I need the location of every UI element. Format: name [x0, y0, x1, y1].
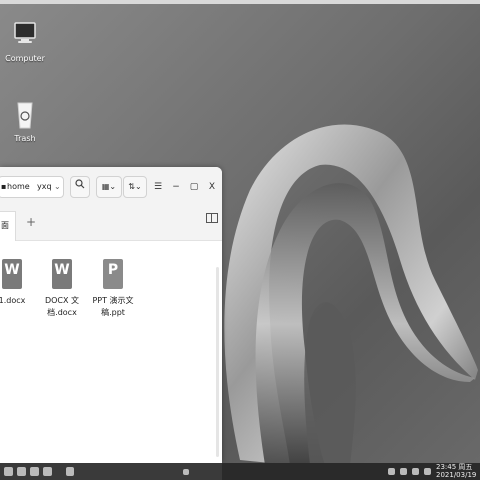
file-item[interactable]: W DOCX 文档.docx [36, 259, 88, 319]
minimize-button[interactable]: − [168, 176, 184, 198]
menu-button[interactable]: ☰ [150, 176, 166, 198]
wallpaper-ribbon [224, 124, 478, 465]
breadcrumb-user[interactable]: yxq [37, 182, 52, 191]
ppt-file-icon: P [103, 259, 123, 289]
view-mode-button[interactable]: ▦⌄ [96, 176, 122, 198]
tab-desktop[interactable]: 面 [0, 211, 16, 241]
desktop-icon-computer[interactable]: Computer [0, 20, 55, 63]
close-button[interactable]: X [204, 176, 220, 198]
browser-taskbar-icon[interactable] [43, 467, 52, 476]
maximize-button[interactable]: ▢ [186, 176, 202, 198]
file-name: DOCX 文档.docx [44, 296, 80, 317]
file-name: 1.docx [0, 296, 26, 305]
clock-date: 2021/03/19 [436, 471, 477, 479]
taskbar: 23:45 周五 2021/03/19 [0, 463, 480, 480]
clock-time: 23:45 周五 [436, 463, 473, 471]
chevron-down-icon: ⌄ [135, 182, 142, 191]
task-view-icon[interactable] [17, 467, 26, 476]
menu-icon: ☰ [153, 182, 163, 192]
file-manager-taskbar-icon[interactable] [30, 467, 39, 476]
file-manager-window: ▪ home yxq ⌄ ▦⌄ ⇅⌄ ☰ − ▢ X 面 + W 1.docx … [0, 167, 222, 463]
volume-icon[interactable] [412, 468, 419, 475]
start-menu-icon[interactable] [4, 467, 13, 476]
file-name: PPT 演示文稿.ppt [92, 296, 134, 317]
chevron-down-icon: ⌄ [109, 182, 117, 191]
sidebar-toggle-icon[interactable] [206, 213, 218, 223]
top-edge-bar [0, 0, 480, 4]
chevron-down-icon[interactable]: ⌄ [54, 182, 61, 191]
file-manager-toolbar: ▪ home yxq ⌄ ▦⌄ ⇅⌄ ☰ − ▢ X [0, 167, 222, 205]
new-tab-button[interactable]: + [26, 215, 36, 229]
desktop-icon-label: Trash [14, 134, 36, 143]
search-button[interactable] [70, 176, 90, 198]
app-taskbar-icon[interactable] [66, 467, 74, 476]
sort-icon: ⇅ [128, 182, 135, 191]
docx-file-icon: W [2, 259, 22, 289]
file-item[interactable]: W 1.docx [0, 259, 38, 307]
tab-bar: 面 + [0, 205, 222, 241]
network-icon[interactable] [400, 468, 407, 475]
tray-arrow-icon[interactable] [388, 468, 395, 475]
breadcrumb-home[interactable]: home [7, 182, 30, 191]
desktop-icon-trash[interactable]: Trash [0, 100, 55, 143]
breadcrumb[interactable]: ▪ home yxq ⌄ [0, 176, 64, 198]
input-method-icon[interactable] [424, 468, 431, 475]
trash-icon [12, 100, 38, 129]
file-item[interactable]: P PPT 演示文稿.ppt [87, 259, 139, 319]
drive-icon: ▪ [1, 182, 7, 191]
computer-icon [12, 20, 38, 46]
app-indicator-icon [183, 469, 189, 475]
search-icon [75, 179, 85, 191]
desktop-icon-label: Computer [5, 54, 45, 63]
sort-button[interactable]: ⇅⌄ [123, 176, 147, 198]
clock[interactable]: 23:45 周五 2021/03/19 [436, 463, 480, 479]
vertical-scrollbar[interactable] [216, 267, 219, 457]
docx-file-icon: W [52, 259, 72, 289]
